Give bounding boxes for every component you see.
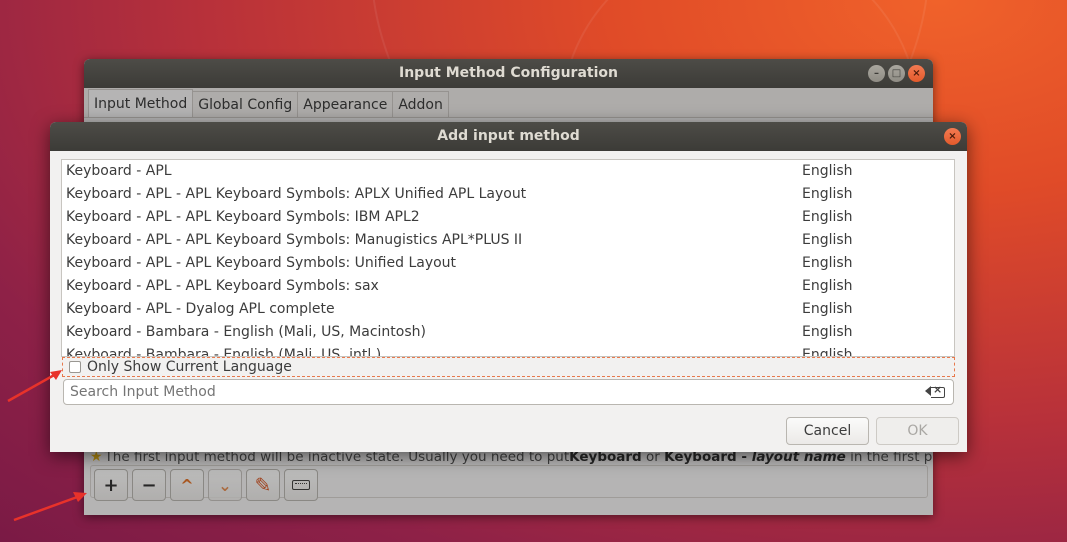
item-language: English bbox=[802, 232, 853, 248]
item-name: Keyboard - APL - APL Keyboard Symbols: s… bbox=[66, 278, 379, 294]
input-method-list[interactable]: Keyboard - APL English Keyboard - APL - A… bbox=[61, 159, 955, 357]
list-item[interactable]: Keyboard - APL English bbox=[62, 160, 954, 183]
window-controls: – □ × bbox=[868, 65, 925, 82]
item-language: English bbox=[802, 347, 853, 357]
list-item[interactable]: Keyboard - APL - Dyalog APL complete Engl… bbox=[62, 298, 954, 321]
item-name: Keyboard - Bambara - English (Mali, US, … bbox=[66, 347, 382, 357]
minimize-icon[interactable]: – bbox=[868, 65, 885, 82]
ok-button[interactable]: OK bbox=[876, 417, 959, 445]
item-language: English bbox=[802, 255, 853, 271]
item-language: English bbox=[802, 186, 853, 202]
item-name: Keyboard - APL - APL Keyboard Symbols: M… bbox=[66, 232, 523, 248]
item-name: Keyboard - APL - APL Keyboard Symbols: U… bbox=[66, 255, 457, 271]
item-language: English bbox=[802, 301, 853, 317]
item-language: English bbox=[802, 163, 853, 179]
list-item[interactable]: Keyboard - APL - APL Keyboard Symbols: U… bbox=[62, 252, 954, 275]
item-language: English bbox=[802, 278, 853, 294]
cancel-button[interactable]: Cancel bbox=[786, 417, 869, 445]
annotation-arrow-add-button bbox=[13, 492, 87, 522]
maximize-icon[interactable]: □ bbox=[888, 65, 905, 82]
window-titlebar: Input Method Configuration – □ × bbox=[84, 59, 933, 88]
window-title: Input Method Configuration bbox=[399, 65, 618, 81]
only-current-language-label: Only Show Current Language bbox=[87, 359, 292, 375]
only-current-language-row[interactable]: Only Show Current Language bbox=[62, 357, 955, 377]
item-name: Keyboard - APL - Dyalog APL complete bbox=[66, 301, 335, 317]
item-name: Keyboard - Bambara - English (Mali, US, … bbox=[66, 324, 426, 340]
list-item[interactable]: Keyboard - APL - APL Keyboard Symbols: s… bbox=[62, 275, 954, 298]
close-icon[interactable]: × bbox=[908, 65, 925, 82]
item-name: Keyboard - APL - APL Keyboard Symbols: I… bbox=[66, 209, 420, 225]
dialog-titlebar: Add input method × bbox=[50, 122, 967, 151]
add-input-method-dialog: Add input method × Keyboard - APL English… bbox=[50, 122, 967, 452]
annotation-arrow-checkbox bbox=[7, 370, 62, 403]
only-current-language-checkbox[interactable] bbox=[69, 361, 81, 373]
dialog-title: Add input method bbox=[437, 128, 580, 144]
list-item[interactable]: Keyboard - APL - APL Keyboard Symbols: I… bbox=[62, 206, 954, 229]
clear-search-icon[interactable] bbox=[925, 383, 945, 398]
search-field bbox=[63, 379, 954, 405]
item-name: Keyboard - APL - APL Keyboard Symbols: A… bbox=[66, 186, 527, 202]
dialog-close-icon[interactable]: × bbox=[944, 128, 961, 145]
item-language: English bbox=[802, 209, 853, 225]
list-item[interactable]: Keyboard - APL - APL Keyboard Symbols: A… bbox=[62, 183, 954, 206]
list-item[interactable]: Keyboard - APL - APL Keyboard Symbols: M… bbox=[62, 229, 954, 252]
item-language: English bbox=[802, 324, 853, 340]
item-name: Keyboard - APL bbox=[66, 163, 172, 179]
list-item[interactable]: Keyboard - Bambara - English (Mali, US, … bbox=[62, 344, 954, 357]
search-input[interactable] bbox=[70, 384, 931, 400]
list-item[interactable]: Keyboard - Bambara - English (Mali, US, … bbox=[62, 321, 954, 344]
